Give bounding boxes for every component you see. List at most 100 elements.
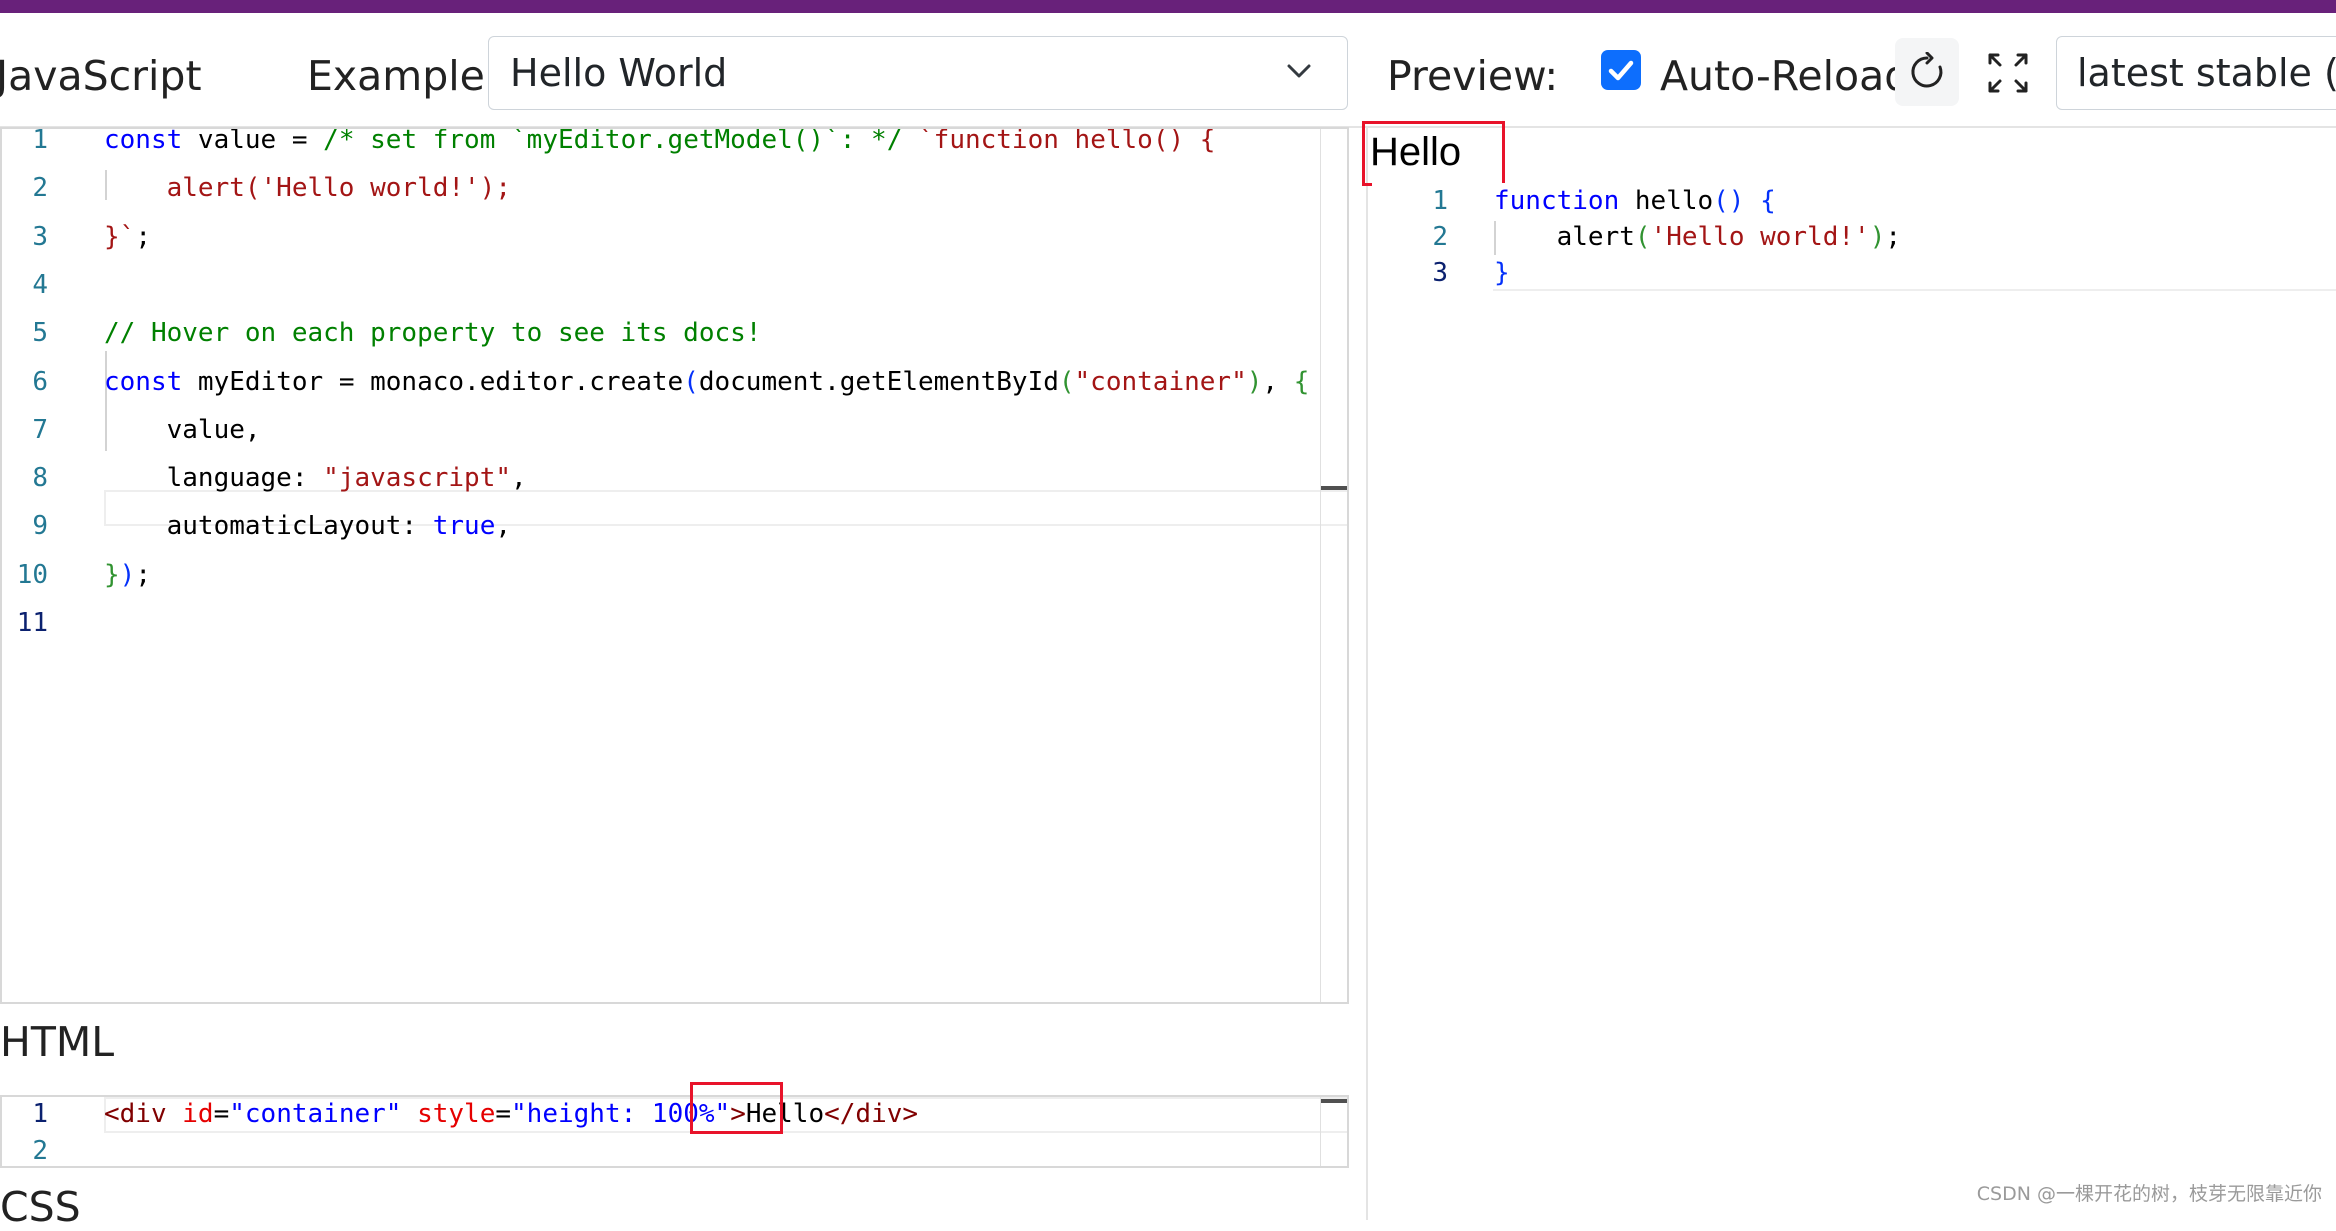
- line-number: 6: [32, 366, 48, 397]
- code-token: style: [417, 1099, 496, 1129]
- scrollbar-track[interactable]: [1320, 129, 1321, 1002]
- code-line[interactable]: 2 alert('Hello world!');: [1372, 219, 2332, 255]
- code-token: =: [213, 1099, 230, 1129]
- code-token: (: [683, 366, 699, 397]
- pane-divider[interactable]: [1366, 127, 1368, 1220]
- scrollbar-track[interactable]: [1320, 1097, 1321, 1166]
- code-text: }: [1494, 255, 1510, 291]
- code-token: automaticLayout:: [104, 511, 433, 542]
- code-line[interactable]: 2 alert('Hello world!');: [2, 170, 1302, 206]
- code-line[interactable]: 7 value,: [2, 412, 1302, 448]
- checkmark-icon: [1608, 60, 1634, 81]
- code-token: 'Hello world!': [1650, 222, 1870, 252]
- code-token: </div>: [824, 1099, 919, 1129]
- code-token: ;: [135, 221, 151, 252]
- code-line[interactable]: 4: [2, 267, 1302, 303]
- line-number: 1: [32, 127, 48, 155]
- reload-icon: [1911, 52, 1943, 88]
- code-token: document.getElementById: [698, 366, 1059, 397]
- code-token: `function hello() {: [918, 127, 1216, 155]
- preview-code-editor[interactable]: 1 function hello() {2 alert('Hello world!…: [1372, 183, 2336, 291]
- javascript-heading: JavaScript: [0, 52, 202, 100]
- code-line[interactable]: 8 language: "javascript",: [2, 460, 1302, 496]
- line-number: 2: [1432, 222, 1448, 252]
- code-token: =: [495, 1099, 512, 1129]
- code-token: "container": [1074, 366, 1247, 397]
- line-number: 2: [32, 173, 48, 204]
- code-text: function hello() {: [1494, 183, 1776, 219]
- code-token: <div: [104, 1099, 167, 1129]
- watermark: CSDN @一棵开花的树，枝芽无限靠近你: [1976, 1183, 2322, 1205]
- code-token: }: [1494, 258, 1510, 288]
- auto-reload-label: Auto-Reload: [1660, 52, 1911, 100]
- html-heading: HTML: [0, 1018, 115, 1066]
- line-number: 3: [1432, 258, 1448, 288]
- scrollbar-thumb[interactable]: [1321, 486, 1347, 490]
- code-token: {: [1760, 186, 1776, 216]
- code-text: <div id="container" style="height: 100%"…: [104, 1097, 919, 1132]
- top-accent-bar: [0, 0, 2336, 13]
- code-line[interactable]: 3 }`;: [2, 219, 1302, 255]
- code-token: alert: [1494, 222, 1635, 252]
- code-line[interactable]: 10});: [2, 557, 1302, 593]
- code-token: (: [1058, 366, 1075, 397]
- highlight-box-html-hello: [690, 1082, 783, 1134]
- chevron-down-icon: [1287, 64, 1311, 78]
- code-text: automaticLayout: true,: [104, 508, 511, 544]
- code-token: "container": [229, 1099, 402, 1129]
- code-token: (: [1634, 222, 1651, 252]
- code-token: /* set from `myEditor.getModel()`: */: [323, 127, 903, 155]
- scrollbar-thumb[interactable]: [1321, 1099, 1347, 1103]
- line-number: 2: [32, 1135, 48, 1166]
- code-token: "javascript": [323, 463, 511, 494]
- code-line[interactable]: 1 <div id="container" style="height: 100%…: [2, 1097, 1302, 1132]
- code-token: value,: [104, 414, 261, 445]
- line-number: 11: [16, 608, 48, 638]
- line-number: 4: [32, 269, 48, 300]
- code-text: alert('Hello world!');: [1494, 219, 1901, 255]
- code-line[interactable]: 11: [2, 605, 1302, 641]
- reload-button[interactable]: [1895, 38, 1959, 106]
- code-token: ,: [495, 511, 512, 542]
- code-token: {: [1293, 366, 1310, 397]
- highlight-box-preview-hello: [1362, 121, 1505, 186]
- auto-reload-checkbox[interactable]: [1601, 50, 1641, 90]
- code-text: }`;: [104, 219, 151, 255]
- version-select[interactable]: latest stable (0.4: [2056, 36, 2336, 110]
- code-token: true: [432, 511, 496, 542]
- version-select-value: latest stable (0.4: [2077, 51, 2336, 95]
- line-number: 3: [32, 221, 48, 252]
- code-line[interactable]: 2: [2, 1133, 1302, 1167]
- code-token: hello: [1619, 186, 1714, 216]
- line-number: 1: [32, 1099, 48, 1129]
- example-select-value: Hello World: [510, 51, 728, 95]
- code-line[interactable]: 3}: [1372, 255, 2332, 291]
- fullscreen-button[interactable]: [1975, 38, 2039, 106]
- code-token: }: [104, 559, 120, 590]
- code-token: myEditor = monaco.editor.create: [182, 366, 684, 397]
- code-text: // Hover on each property to see its doc…: [104, 315, 761, 351]
- code-line[interactable]: 1 function hello() {: [1372, 183, 2332, 219]
- code-line[interactable]: 6 const myEditor = monaco.editor.create(d…: [2, 364, 1309, 400]
- code-token: id: [182, 1099, 214, 1129]
- code-token: const: [104, 366, 183, 397]
- html-editor[interactable]: 1 <div id="container" style="height: 100%…: [0, 1095, 1349, 1168]
- code-token: const: [104, 127, 183, 155]
- code-token: value =: [182, 127, 324, 155]
- code-line[interactable]: 1 const value = /* set from `myEditor.get…: [2, 127, 1302, 158]
- code-token: (): [1713, 186, 1745, 216]
- code-line[interactable]: 9 automaticLayout: true,: [2, 508, 1302, 544]
- javascript-editor[interactable]: 1 const value = /* set from `myEditor.get…: [0, 127, 1349, 1004]
- example-select[interactable]: Hello World: [488, 36, 1348, 110]
- example-label: Example:: [307, 52, 499, 100]
- line-number: 10: [16, 559, 48, 590]
- code-token: ,: [1262, 366, 1294, 397]
- code-token: ;: [135, 559, 151, 590]
- code-token: // Hover on each property to see its doc…: [104, 318, 762, 349]
- code-token: ;: [1885, 222, 1902, 252]
- code-text: value,: [104, 412, 261, 448]
- code-line[interactable]: 5 // Hover on each property to see its do…: [2, 315, 1302, 351]
- fullscreen-icon: [1988, 53, 2028, 93]
